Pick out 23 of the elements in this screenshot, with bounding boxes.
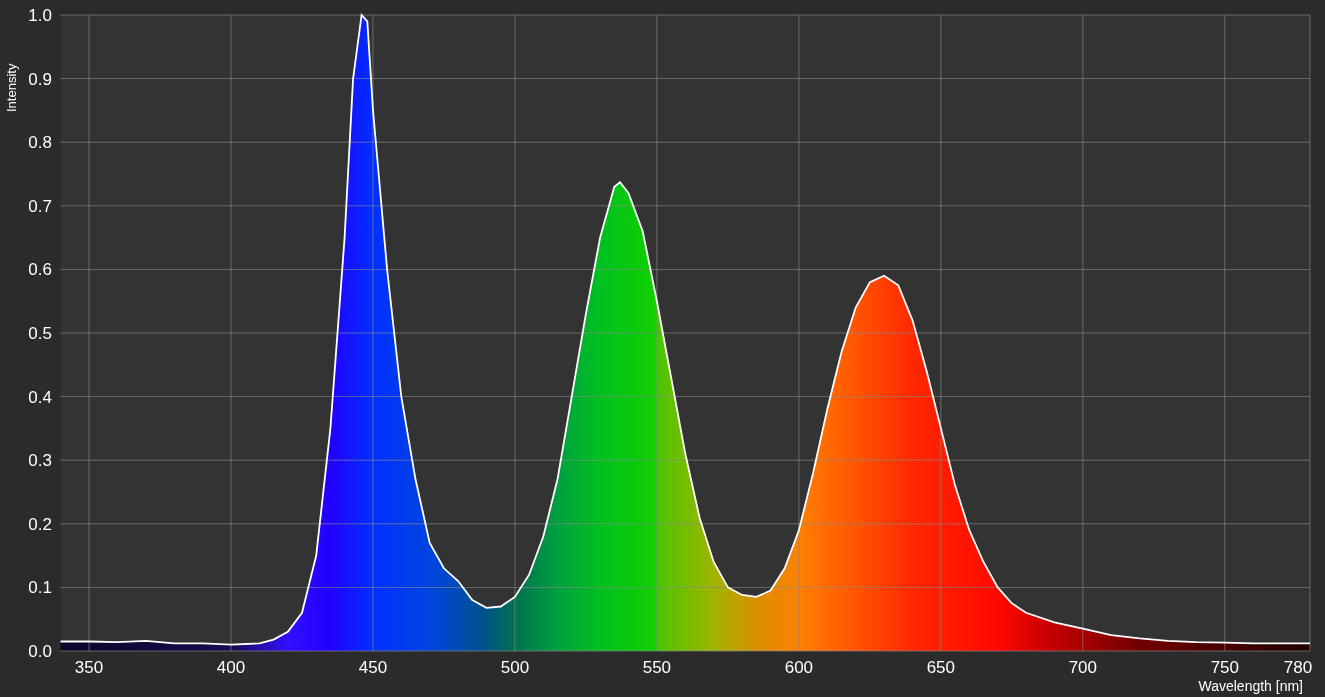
y-tick-label: 0.3 xyxy=(28,451,52,471)
y-axis-title: Intensity xyxy=(4,63,19,112)
x-tick-label: 500 xyxy=(500,658,530,677)
y-tick-label: 0.0 xyxy=(28,642,52,661)
x-tick-label: 750 xyxy=(1210,658,1239,677)
y-tick-label: 0.6 xyxy=(28,260,52,280)
y-tick-label: 0.4 xyxy=(28,387,52,407)
y-tick-label: 0.9 xyxy=(28,69,52,89)
x-axis-title: Wavelength [nm] xyxy=(1198,678,1303,694)
x-tick-label: 700 xyxy=(1068,658,1097,677)
y-tick-label: 0.7 xyxy=(28,196,52,216)
x-tick-label: 600 xyxy=(784,658,814,677)
x-tick-label: 350 xyxy=(74,658,104,677)
x-tick-label: 450 xyxy=(358,658,388,677)
y-tick-label: 0.2 xyxy=(28,514,52,534)
y-tick-label: 0.5 xyxy=(28,324,52,343)
x-tick-label: 650 xyxy=(926,658,956,677)
y-tick-label: 0.1 xyxy=(28,578,52,598)
y-tick-label: 0.8 xyxy=(28,133,52,153)
x-tick-label: 400 xyxy=(216,658,246,677)
x-tick-label: 550 xyxy=(642,658,672,677)
x-tick-label: 780 xyxy=(1283,658,1313,677)
y-tick-label: 1.0 xyxy=(28,6,52,25)
